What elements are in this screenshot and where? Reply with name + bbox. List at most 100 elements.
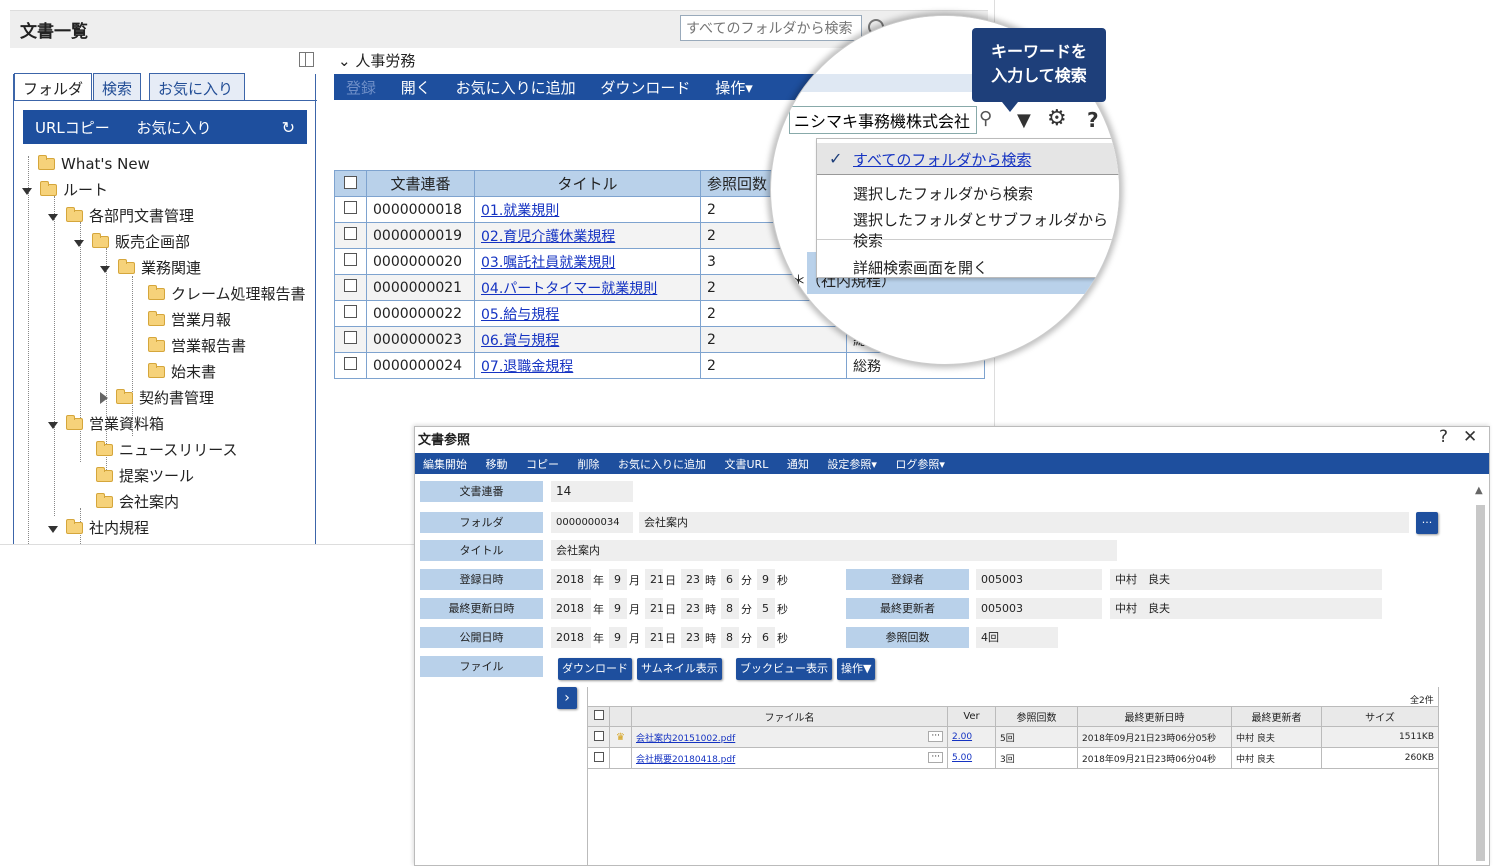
file-checkbox[interactable]: [587, 747, 610, 769]
tree-item-contracts[interactable]: 契約書管理: [100, 386, 214, 410]
collapse-panel-icon[interactable]: [299, 52, 314, 67]
select-all-files-checkbox[interactable]: [587, 706, 610, 727]
doc-title-link[interactable]: 06.賞与規程: [474, 326, 701, 353]
folder-heading[interactable]: ⌄ 人事労務: [338, 50, 415, 71]
tree-item-sales-materials[interactable]: 営業資料箱: [48, 412, 164, 436]
tree-item-sales-reports[interactable]: 営業報告書: [148, 334, 246, 358]
notify-button[interactable]: 通知: [787, 458, 809, 471]
column-header[interactable]: 文書連番: [366, 170, 475, 197]
column-header[interactable]: サイズ: [1321, 706, 1439, 727]
file-download-button[interactable]: ダウンロード: [558, 658, 632, 680]
row-checkbox[interactable]: [334, 352, 367, 379]
tree-item-business[interactable]: 業務関連: [100, 256, 201, 280]
file-version-link[interactable]: 2.00: [947, 726, 996, 748]
open-button[interactable]: 開く: [401, 79, 431, 97]
url-copy-button[interactable]: URLコピー: [35, 119, 110, 137]
keyword-search-input[interactable]: [789, 106, 977, 134]
help-icon[interactable]: ?: [1439, 427, 1448, 447]
dropdown-item-selected-subfolders[interactable]: 選択したフォルダとサブフォルダから検索: [817, 205, 1119, 250]
bookview-button[interactable]: ブックビュー表示: [736, 658, 832, 680]
table-row[interactable]: 0000000024 07.退職金規程 2 総務: [334, 352, 985, 379]
tab-folder[interactable]: フォルダ: [14, 73, 93, 101]
register-button[interactable]: 登録: [346, 79, 376, 97]
dropdown-item-advanced-search[interactable]: 詳細検索画面を開く: [817, 253, 1119, 281]
scrollbar[interactable]: ▲: [1473, 485, 1487, 865]
edit-start-button[interactable]: 編集開始: [423, 458, 467, 471]
registrant-code: 005003: [976, 569, 1102, 590]
column-header[interactable]: 参照回数: [995, 706, 1078, 727]
tree-item-dept-docs[interactable]: 各部門文書管理: [48, 204, 194, 228]
tree-item-claim-reports[interactable]: クレーム処理報告書: [148, 282, 306, 306]
doc-title-link[interactable]: 07.退職金規程: [474, 352, 701, 379]
delete-button[interactable]: 削除: [578, 458, 600, 471]
scroll-up-icon[interactable]: ▲: [1475, 485, 1483, 496]
scroll-thumb[interactable]: [1476, 505, 1485, 861]
tree-item-internal-rules[interactable]: 社内規程: [48, 516, 149, 540]
row-checkbox[interactable]: [334, 222, 367, 249]
expand-arrow-icon[interactable]: [48, 214, 58, 221]
column-header[interactable]: タイトル: [474, 170, 701, 197]
settings-view-menu[interactable]: 設定参照▾: [827, 458, 877, 471]
file-row[interactable]: ♛ 会社案内20151002.pdf ··· 2.00 5回 2018年09月21日23時…: [587, 726, 1439, 748]
tree-item-monthly-sales[interactable]: 営業月報: [148, 308, 231, 332]
dropdown-item-selected-folder[interactable]: 選択したフォルダから検索: [817, 179, 1119, 207]
download-button[interactable]: ダウンロード: [600, 79, 690, 97]
expand-arrow-icon[interactable]: [48, 422, 58, 429]
expand-arrow-icon[interactable]: [100, 266, 110, 273]
tab-search[interactable]: 検索: [93, 73, 142, 100]
add-favorite-button[interactable]: お気に入りに追加: [456, 79, 576, 97]
tree-item-company-profile[interactable]: 会社案内: [96, 490, 179, 514]
file-operations-menu[interactable]: 操作▼: [837, 658, 876, 680]
help-icon[interactable]: ?: [1087, 108, 1099, 132]
expand-arrow-icon[interactable]: [48, 526, 58, 533]
row-checkbox[interactable]: [334, 274, 367, 301]
row-checkbox[interactable]: [334, 300, 367, 327]
thumbnail-button[interactable]: サムネイル表示: [637, 658, 722, 680]
add-favorite-button[interactable]: お気に入りに追加: [618, 458, 706, 471]
add-favorite-button[interactable]: お気に入り: [137, 119, 212, 137]
expand-arrow-icon[interactable]: [74, 240, 84, 247]
collapsed-arrow-icon[interactable]: [100, 392, 108, 404]
search-icon[interactable]: ⚲: [979, 108, 992, 129]
file-menu-button[interactable]: ···: [928, 751, 943, 763]
tree-item-sales-planning[interactable]: 販売企画部: [74, 230, 190, 254]
operations-menu[interactable]: 操作▾: [715, 79, 753, 97]
search-options-icon[interactable]: ▼: [1017, 110, 1031, 131]
expand-arrow-icon[interactable]: [22, 188, 32, 195]
dropdown-item-all-folders[interactable]: ✓ すべてのフォルダから検索: [817, 143, 1119, 175]
folder-select-button[interactable]: ···: [1416, 512, 1438, 534]
document-url-button[interactable]: 文書URL: [725, 458, 769, 471]
tree-item-news-releases[interactable]: ニュースリリース: [96, 438, 238, 462]
tab-favorites[interactable]: お気に入り: [149, 73, 245, 100]
refresh-icon[interactable]: ↻: [282, 118, 295, 137]
file-menu-button[interactable]: ···: [928, 730, 943, 742]
expand-panel-button[interactable]: ›: [557, 687, 577, 709]
doc-title-link[interactable]: 04.パートタイマー就業規則: [474, 274, 701, 301]
tree-item-proposal-tools[interactable]: 提案ツール: [96, 464, 194, 488]
file-name-link[interactable]: 会社概要20180418.pdf ···: [631, 747, 948, 769]
doc-title-link[interactable]: 01.就業規則: [474, 196, 701, 223]
row-checkbox[interactable]: [334, 248, 367, 275]
doc-title-link[interactable]: 02.育児介護休業規程: [474, 222, 701, 249]
select-all-checkbox[interactable]: [334, 170, 367, 197]
copy-button[interactable]: コピー: [526, 458, 559, 471]
tree-item-apology-letters[interactable]: 始末書: [148, 360, 216, 384]
file-name-link[interactable]: 会社案内20151002.pdf ···: [631, 726, 948, 748]
move-button[interactable]: 移動: [486, 458, 508, 471]
column-header[interactable]: 最終更新者: [1231, 706, 1322, 727]
file-row[interactable]: 会社概要20180418.pdf ··· 5.00 3回 2018年09月21日23時0…: [587, 747, 1439, 769]
close-icon[interactable]: ✕: [1463, 427, 1477, 447]
tree-item-whats-new[interactable]: What's New: [38, 152, 150, 176]
column-header[interactable]: ファイル名: [631, 706, 948, 727]
tree-item-root[interactable]: ルート: [22, 178, 108, 202]
row-checkbox[interactable]: [334, 326, 367, 353]
doc-title-link[interactable]: 05.給与規程: [474, 300, 701, 327]
log-view-menu[interactable]: ログ参照▾: [895, 458, 945, 471]
row-checkbox[interactable]: [334, 196, 367, 223]
gear-icon[interactable]: ⚙: [1047, 106, 1067, 131]
column-header[interactable]: Ver: [947, 706, 996, 727]
file-checkbox[interactable]: [587, 726, 610, 748]
doc-title-link[interactable]: 03.嘱託社員就業規則: [474, 248, 701, 275]
column-header[interactable]: 最終更新日時: [1077, 706, 1232, 727]
file-version-link[interactable]: 5.00: [947, 747, 996, 769]
